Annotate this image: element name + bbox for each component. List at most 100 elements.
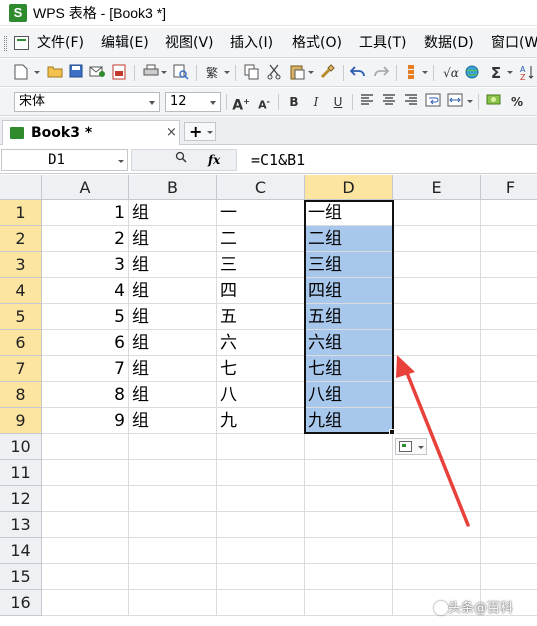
menu-insert[interactable]: 插入(I) [230,34,273,52]
cell-c3[interactable]: 三 [217,252,305,278]
cell-b12[interactable] [129,486,217,512]
menu-file[interactable]: 文件(F) [37,34,84,52]
cell-d1[interactable]: 一组 [305,200,393,226]
font-name-select[interactable]: 宋体 [14,92,160,112]
cell-c6[interactable]: 六 [217,330,305,356]
cell-f5[interactable] [481,304,537,330]
email-icon[interactable] [88,64,106,82]
web-icon[interactable] [463,64,481,82]
cell-b11[interactable] [129,460,217,486]
undo-icon[interactable] [349,64,367,82]
cell-e6[interactable] [393,330,481,356]
cell-d7[interactable]: 七组 [305,356,393,382]
new-icon[interactable] [12,64,30,82]
close-icon[interactable]: × [166,124,177,142]
cell-b5[interactable]: 组 [129,304,217,330]
cell-c14[interactable] [217,538,305,564]
percent-style-button[interactable]: % [508,93,526,111]
row-header-11[interactable]: 11 [0,460,42,486]
merge-dropdown-icon[interactable] [467,100,473,103]
row-header-8[interactable]: 8 [0,382,42,408]
cell-c11[interactable] [217,460,305,486]
cell-b6[interactable]: 组 [129,330,217,356]
insert-function-icon[interactable]: √α [440,64,462,82]
align-left-icon[interactable] [358,93,376,111]
chevron-down-icon[interactable] [207,131,213,134]
redo-icon[interactable] [372,64,390,82]
cell-d11[interactable] [305,460,393,486]
select-all-corner[interactable] [0,175,42,200]
cell-c10[interactable] [217,434,305,460]
print-dropdown-icon[interactable] [161,71,167,74]
cell-c9[interactable]: 九 [217,408,305,434]
cell-b13[interactable] [129,512,217,538]
cell-a8[interactable]: 8 [42,382,129,408]
cell-c4[interactable]: 四 [217,278,305,304]
cell-b9[interactable]: 组 [129,408,217,434]
cell-a6[interactable]: 6 [42,330,129,356]
row-header-9[interactable]: 9 [0,408,42,434]
cell-a10[interactable] [42,434,129,460]
cell-b10[interactable] [129,434,217,460]
new-dropdown-icon[interactable] [34,71,40,74]
traditional-dropdown-icon[interactable] [224,71,230,74]
cell-f6[interactable] [481,330,537,356]
open-icon[interactable] [46,64,64,82]
copy-icon[interactable] [243,64,261,82]
cell-a16[interactable] [42,590,129,616]
cell-c1[interactable]: 一 [217,200,305,226]
cell-b16[interactable] [129,590,217,616]
cell-e15[interactable] [393,564,481,590]
cell-f11[interactable] [481,460,537,486]
row-header-14[interactable]: 14 [0,538,42,564]
cell-d3[interactable]: 三组 [305,252,393,278]
cell-e14[interactable] [393,538,481,564]
column-header-e[interactable]: E [393,175,481,200]
cell-c2[interactable]: 二 [217,226,305,252]
cell-a12[interactable] [42,486,129,512]
cell-a13[interactable] [42,512,129,538]
underline-button[interactable]: U [329,93,347,111]
autosum-dropdown-icon[interactable] [507,71,513,74]
search-icon[interactable] [175,151,187,169]
cell-a2[interactable]: 2 [42,226,129,252]
cell-e5[interactable] [393,304,481,330]
cell-d6[interactable]: 六组 [305,330,393,356]
insert-function-button[interactable]: fx [208,151,220,169]
cell-d5[interactable]: 五组 [305,304,393,330]
column-header-f[interactable]: F [481,175,537,200]
row-header-7[interactable]: 7 [0,356,42,382]
cell-d12[interactable] [305,486,393,512]
cell-c15[interactable] [217,564,305,590]
cell-d4[interactable]: 四组 [305,278,393,304]
pdf-icon[interactable] [110,64,128,82]
cell-a14[interactable] [42,538,129,564]
row-header-16[interactable]: 16 [0,590,42,616]
cell-c12[interactable] [217,486,305,512]
cell-b2[interactable]: 组 [129,226,217,252]
cell-b1[interactable]: 组 [129,200,217,226]
column-header-b[interactable]: B [129,175,217,200]
cell-f9[interactable] [481,408,537,434]
row-header-12[interactable]: 12 [0,486,42,512]
row-header-15[interactable]: 15 [0,564,42,590]
cell-e7[interactable] [393,356,481,382]
row-header-1[interactable]: 1 [0,200,42,226]
column-header-c[interactable]: C [217,175,305,200]
cell-f3[interactable] [481,252,537,278]
new-tab-button[interactable]: + [184,122,216,141]
cell-b7[interactable]: 组 [129,356,217,382]
cell-a9[interactable]: 9 [42,408,129,434]
cell-f15[interactable] [481,564,537,590]
toolbar-grip-icon[interactable] [4,36,7,51]
cell-e1[interactable] [393,200,481,226]
cell-c7[interactable]: 七 [217,356,305,382]
cell-b14[interactable] [129,538,217,564]
traditional-chinese-icon[interactable]: 繁 [203,64,221,82]
cell-e9[interactable] [393,408,481,434]
cell-e12[interactable] [393,486,481,512]
cell-f13[interactable] [481,512,537,538]
menu-window[interactable]: 窗口(W [491,34,537,52]
row-header-3[interactable]: 3 [0,252,42,278]
cell-b15[interactable] [129,564,217,590]
